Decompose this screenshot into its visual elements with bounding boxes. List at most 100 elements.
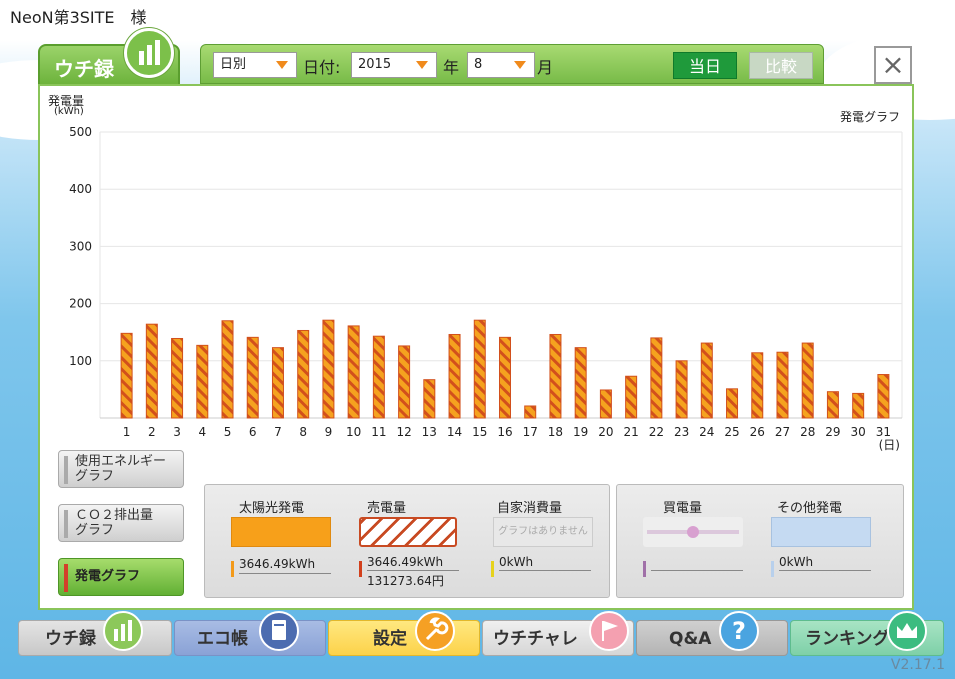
legend-bought-marker [643,561,646,577]
legend-solar-marker [231,561,234,577]
divider [239,573,331,574]
bar-day-30[interactable] [852,392,865,419]
x-tick-label: 24 [699,425,714,439]
bar-day-5[interactable] [221,320,234,419]
power-bar-chart: 5004003002001001 2 3 4 5 6 7 8 9 10 11 12 13 14 15 16 17… [69,125,903,439]
bar-day-8[interactable] [297,329,310,419]
bar-day-17[interactable] [524,405,537,419]
bar-day-18[interactable] [549,333,562,419]
bar-day-21[interactable] [625,375,638,419]
bar-day-11[interactable] [372,335,385,419]
x-tick-label: 14 [447,425,462,439]
legend-sold-price: 131273.64円 [367,574,444,588]
date-toolbar: 日別 日付: 2015 年 8 月 当日 比較 [200,44,824,84]
co2-line2: グラフ [75,523,115,538]
bar-day-31[interactable] [877,374,890,419]
nav-uchiroku[interactable]: ウチ録 [18,611,172,656]
button-marker [64,510,68,538]
button-marker [64,564,68,592]
bar-day-2[interactable] [145,323,158,419]
x-tick-label: 22 [649,425,664,439]
month-select[interactable]: 8 [467,52,535,78]
x-tick-label: 16 [497,425,512,439]
x-tick-label: 28 [800,425,815,439]
y-tick-label: 400 [69,182,92,196]
compare-button[interactable]: 比較 [749,52,813,79]
x-tick-label: 21 [623,425,638,439]
power-graph-button[interactable]: 発電グラフ [58,558,184,596]
date-label: 日付: [303,58,341,77]
version-label: V2.17.1 [890,657,945,673]
bar-day-16[interactable] [499,336,511,419]
bar-day-4[interactable] [196,344,209,419]
bar-day-12[interactable] [398,345,411,419]
legend-bought-title: 買電量 [663,501,703,516]
bar-day-15[interactable] [473,319,486,419]
legend-self-swatch: グラフはありません [493,517,593,547]
bar-day-3[interactable] [171,337,184,419]
x-tick-label: 19 [573,425,588,439]
legend-self-title: 自家消費量 [497,501,563,516]
slider-knob [687,526,699,538]
bar-day-24[interactable] [700,342,713,419]
x-tick-label: 20 [598,425,613,439]
legend-self-note: グラフはありません [498,526,588,537]
chevron-down-icon [276,61,288,69]
nav-settei[interactable]: 設定 [328,611,480,656]
x-tick-label: 30 [851,425,866,439]
bar-day-29[interactable] [826,391,839,419]
bar-day-14[interactable] [448,333,461,419]
co2-graph-button[interactable]: ＣＯ２排出量 グラフ [58,504,184,542]
chevron-down-icon [416,61,428,69]
x-tick-label: 18 [548,425,563,439]
nav-qa[interactable]: Q&A ? [636,611,788,656]
legend-other-value: 0kWh [779,555,814,569]
bar-day-23[interactable] [675,360,688,419]
bar-day-1[interactable] [120,332,133,419]
divider [499,570,591,571]
power-graph-label: 発電グラフ [75,569,141,584]
legend-sold-title: 売電量 [367,501,407,516]
x-tick-label: 9 [325,425,333,439]
legend-sold-marker [359,561,362,577]
today-button[interactable]: 当日 [673,52,737,79]
nav-ranking-label: ランキング [805,629,890,649]
y-tick-label: 100 [69,354,92,368]
bar-day-9[interactable] [322,319,335,419]
bar-day-6[interactable] [246,336,259,419]
x-tick-label: 7 [274,425,282,439]
bar-day-26[interactable] [751,352,764,419]
legend-self-value: 0kWh [499,555,534,569]
x-tick-label: 1 [123,425,131,439]
mode-select[interactable]: 日別 [213,52,297,78]
bar-day-19[interactable] [574,347,587,419]
x-tick-label: 4 [198,425,206,439]
button-marker [64,456,68,484]
nav-uchichare[interactable]: ウチチャレ [482,611,634,656]
year-select[interactable]: 2015 [351,52,437,78]
legend-generation: 太陽光発電 3646.49kWh 売電量 3646.49kWh 131273.6… [204,484,610,598]
energy-usage-graph-button[interactable]: 使用エネルギー グラフ [58,450,184,488]
x-tick-label: 17 [523,425,538,439]
bar-day-27[interactable] [776,351,789,419]
nav-ranking[interactable]: ランキング [790,611,944,656]
x-tick-label: 2 [148,425,156,439]
nav-ecocho[interactable]: エコ帳 [174,611,326,656]
nav-uchichare-label: ウチチャレ [493,629,578,649]
nav-ecocho-label: エコ帳 [197,629,248,649]
bar-day-20[interactable] [599,389,612,419]
bar-day-28[interactable] [801,342,814,419]
bar-day-22[interactable] [650,337,663,419]
bar-day-13[interactable] [423,379,436,419]
x-tick-label: 3 [173,425,181,439]
divider [367,570,459,571]
y-tick-label: 300 [69,239,92,253]
legend-bought-slider [643,517,743,547]
legend-other-swatch [771,517,871,547]
bar-day-7[interactable] [271,347,284,419]
close-icon[interactable]: × [874,46,912,84]
divider [779,570,871,571]
bar-day-10[interactable] [347,325,360,419]
bar-day-25[interactable] [726,388,739,419]
bar-chart-icon [124,28,174,78]
